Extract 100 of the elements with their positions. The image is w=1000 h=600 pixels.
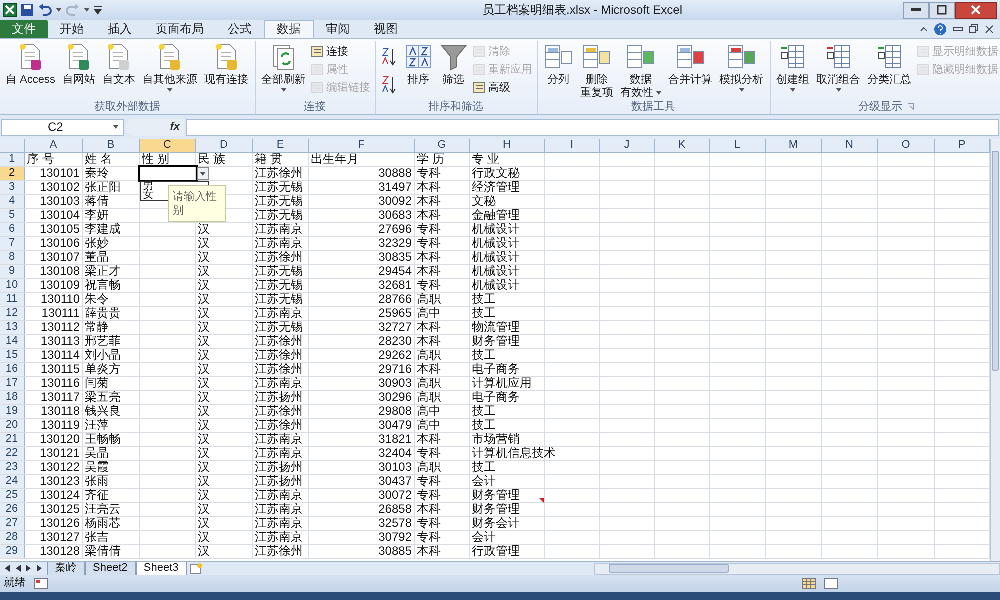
column-header[interactable]: D [196, 139, 253, 152]
ribbon-tab[interactable]: 视图 [362, 20, 410, 38]
ribbon-button[interactable]: 自 Access [4, 41, 58, 87]
column-header[interactable]: L [710, 139, 766, 152]
ribbon-button[interactable]: 合并计算 [666, 41, 715, 87]
ribbon-tab[interactable]: 开始 [48, 20, 96, 38]
row-header[interactable]: 12 [0, 307, 25, 320]
ribbon-button[interactable]: 分列 [542, 41, 576, 87]
row-header[interactable]: 26 [0, 503, 25, 516]
undo-icon[interactable] [38, 4, 52, 16]
column-header[interactable]: E [253, 139, 309, 152]
help-icon[interactable] [934, 22, 947, 36]
row-header[interactable]: 3 [0, 181, 25, 194]
ribbon-tab[interactable]: 页面布局 [144, 20, 216, 38]
row-header[interactable]: 4 [0, 195, 25, 208]
ribbon-small-button[interactable]: 高级 [472, 81, 533, 95]
collapse-ribbon-icon[interactable] [920, 26, 928, 32]
column-header[interactable]: I [545, 139, 600, 152]
ribbon-tab[interactable]: 文件 [0, 20, 48, 38]
column-header[interactable]: N [822, 139, 878, 152]
ribbon-button[interactable]: 现有连接 [202, 41, 251, 87]
column-header[interactable]: M [766, 139, 822, 152]
ribbon-tab[interactable]: 审阅 [314, 20, 362, 38]
row-header[interactable]: 16 [0, 363, 25, 376]
row-header[interactable]: 25 [0, 489, 25, 502]
ribbon-button[interactable]: 自其他来源 [140, 41, 200, 92]
customize-toolbar-icon[interactable] [94, 5, 102, 15]
active-cell[interactable] [140, 167, 196, 180]
row-header[interactable]: 29 [0, 545, 25, 558]
sheet-tab[interactable]: Sheet2 [85, 562, 136, 576]
normal-view-icon[interactable] [802, 578, 816, 589]
row-header[interactable]: 27 [0, 517, 25, 530]
insert-function-label[interactable]: fx [170, 118, 180, 136]
name-box[interactable]: C2 [1, 118, 124, 136]
maximize-button[interactable] [929, 2, 955, 18]
row-header[interactable]: 5 [0, 209, 25, 222]
ribbon-button[interactable]: 自文本 [100, 41, 138, 87]
row-header[interactable]: 24 [0, 475, 25, 488]
formula-input[interactable] [186, 118, 999, 136]
macro-record-icon[interactable] [34, 578, 48, 589]
row-header[interactable]: 23 [0, 461, 25, 474]
row-header[interactable]: 15 [0, 349, 25, 362]
column-header[interactable]: J [600, 139, 655, 152]
table-cell: 朱令 [85, 293, 109, 306]
ribbon-button[interactable]: 取消组合 [814, 41, 863, 92]
row-header[interactable]: 9 [0, 265, 25, 278]
ribbon-button[interactable]: 创建组 [774, 41, 812, 92]
ribbon-button[interactable]: 筛选 [438, 41, 470, 87]
row-header[interactable]: 14 [0, 335, 25, 348]
row-header[interactable]: 6 [0, 223, 25, 236]
row-header[interactable]: 19 [0, 405, 25, 418]
row-header[interactable]: 18 [0, 391, 25, 404]
ribbon-tab[interactable]: 数据 [264, 20, 314, 38]
row-header[interactable]: 22 [0, 447, 25, 460]
row-header[interactable]: 11 [0, 293, 25, 306]
close-workbook-icon[interactable] [985, 24, 994, 34]
column-header[interactable]: H [470, 139, 545, 152]
column-header[interactable]: O [878, 139, 935, 152]
table-cell: 29808 [378, 405, 412, 418]
column-header[interactable]: C [140, 139, 196, 152]
save-icon[interactable] [21, 4, 34, 16]
ribbon-tab[interactable]: 插入 [96, 20, 144, 38]
ribbon-button[interactable]: 排序 [402, 41, 435, 87]
sort-descending-icon[interactable] [382, 75, 398, 95]
insert-sheet-icon[interactable] [190, 562, 204, 574]
row-header[interactable]: 8 [0, 251, 25, 264]
sort-ascending-icon[interactable] [382, 47, 398, 67]
restore-workbook-icon[interactable] [969, 24, 979, 34]
row-header[interactable]: 20 [0, 419, 25, 432]
ribbon-button[interactable]: 全部刷新 [260, 41, 308, 92]
row-header[interactable]: 2 [0, 167, 25, 180]
ribbon-button[interactable]: 自网站 [60, 41, 98, 87]
sheet-tab[interactable]: 秦岭 [47, 562, 85, 576]
column-header[interactable]: K [655, 139, 710, 152]
table-cell: 江苏南京 [255, 433, 303, 446]
ribbon-tab[interactable]: 公式 [216, 20, 264, 38]
column-header[interactable]: F [309, 139, 415, 152]
row-header[interactable]: 1 [0, 153, 25, 166]
horizontal-scrollbar[interactable] [594, 562, 1000, 574]
page-layout-icon[interactable] [824, 578, 838, 589]
vertical-scrollbar[interactable] [990, 139, 1000, 561]
ribbon-small-button[interactable]: 连接 [310, 45, 371, 59]
row-header[interactable]: 28 [0, 531, 25, 544]
sheet-tab[interactable]: Sheet3 [136, 562, 187, 576]
ribbon-button[interactable]: 模拟分析 [718, 41, 766, 92]
row-header[interactable]: 21 [0, 433, 25, 446]
close-button[interactable] [955, 2, 997, 18]
ribbon-button[interactable]: 分类汇总 [866, 41, 914, 87]
row-header[interactable]: 17 [0, 377, 25, 390]
minimize-workbook-icon[interactable] [953, 26, 963, 32]
table-cell: 齐征 [85, 489, 109, 502]
minimize-button[interactable] [903, 2, 929, 18]
ribbon-button[interactable]: 数据 有效性 [618, 41, 664, 100]
dropdown-button[interactable] [197, 167, 209, 180]
column-header[interactable]: G [415, 139, 470, 152]
ribbon-button[interactable]: 删除 重复项 [578, 41, 616, 100]
row-header[interactable]: 10 [0, 279, 25, 292]
row-header[interactable]: 13 [0, 321, 25, 334]
row-header[interactable]: 7 [0, 237, 25, 250]
column-header[interactable]: A [25, 139, 83, 152]
